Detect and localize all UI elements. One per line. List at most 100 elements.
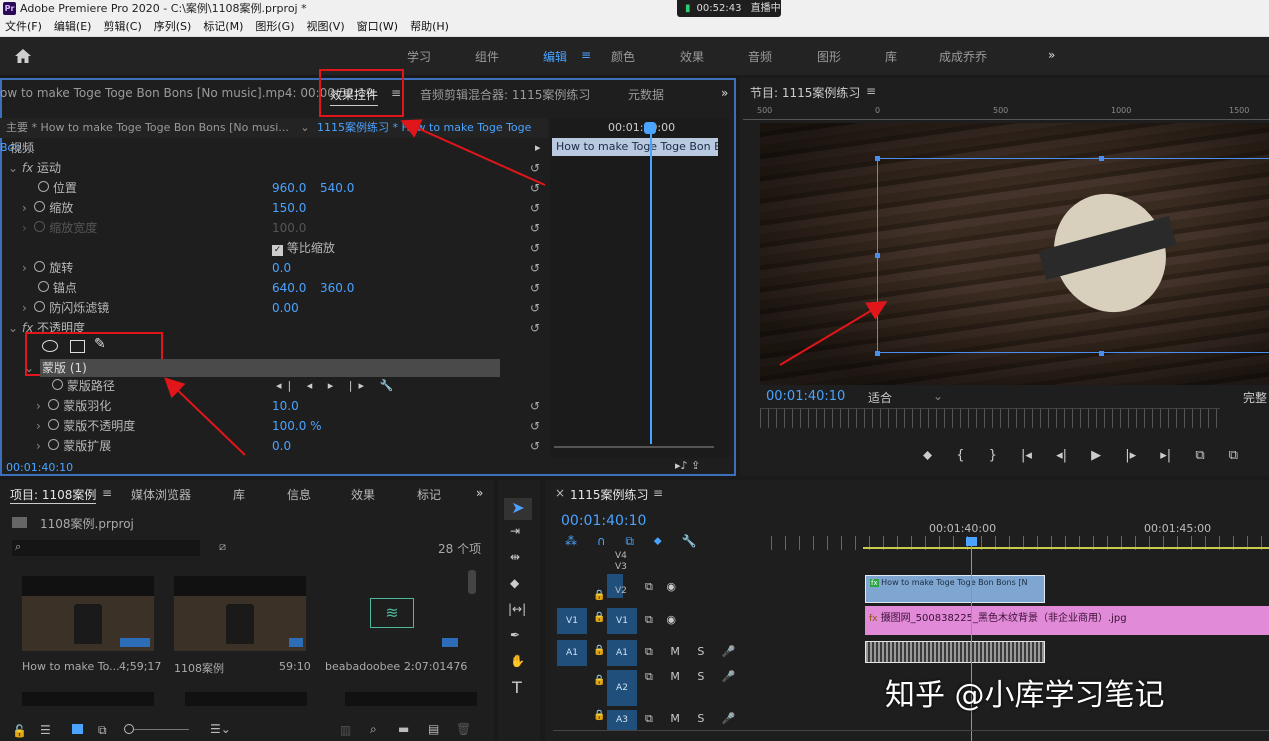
workspace-effects[interactable]: 效果 bbox=[680, 48, 704, 65]
program-video[interactable] bbox=[760, 123, 1269, 385]
stopwatch-icon[interactable] bbox=[52, 379, 63, 390]
mask-expansion-value[interactable]: 0.0 bbox=[272, 436, 291, 456]
track-lock-icons[interactable]: 🔒 bbox=[593, 580, 605, 612]
clip-name[interactable]: How to make To... bbox=[22, 660, 120, 673]
menu-graphics[interactable]: 图形(G) bbox=[255, 17, 294, 37]
sequence-thumbnail[interactable] bbox=[174, 576, 306, 651]
track-select-tool-icon[interactable]: ⇥ bbox=[510, 524, 520, 538]
reset-icon[interactable]: ↺ bbox=[530, 178, 540, 198]
stopwatch-icon[interactable] bbox=[34, 301, 46, 312]
program-scrubber[interactable] bbox=[760, 408, 1220, 428]
clip-v2[interactable]: fx How to make Toge Toge Bon Bons [N bbox=[865, 575, 1045, 603]
razor-tool-icon[interactable]: ◆ bbox=[510, 576, 519, 590]
stopwatch-icon[interactable] bbox=[48, 399, 60, 410]
reset-icon[interactable]: ↺ bbox=[530, 258, 540, 278]
track-controls-v1[interactable]: ⧉ ◉ bbox=[645, 613, 676, 627]
more-tabs-icon[interactable]: » bbox=[721, 86, 728, 100]
panel-menu-icon[interactable]: ≡ bbox=[866, 84, 876, 98]
clip-thumbnail[interactable] bbox=[185, 692, 307, 706]
mask-opacity-value[interactable]: 100.0 % bbox=[272, 416, 322, 436]
motion-effect[interactable]: ⌄ fx 运动 ↺ bbox=[0, 158, 550, 178]
track-controls-a1[interactable]: ⧉ M S 🎤 bbox=[645, 645, 736, 659]
menu-sequence[interactable]: 序列(S) bbox=[154, 17, 192, 37]
mini-playhead-handle[interactable] bbox=[644, 122, 656, 134]
bbox-handle[interactable] bbox=[1099, 156, 1104, 161]
pen-tool-icon[interactable]: ✒ bbox=[510, 628, 520, 642]
new-item-icon[interactable]: ▤ bbox=[428, 722, 439, 736]
stopwatch-icon[interactable] bbox=[34, 201, 46, 212]
hand-tool-icon[interactable]: ✋ bbox=[510, 654, 525, 668]
bbox-handle[interactable] bbox=[1099, 351, 1104, 356]
reset-icon[interactable]: ↺ bbox=[530, 436, 540, 456]
reset-icon[interactable]: ↺ bbox=[530, 298, 540, 318]
scale-value[interactable]: 150.0 bbox=[272, 198, 306, 218]
tab-media-browser[interactable]: 媒体浏览器 bbox=[131, 486, 191, 503]
zoom-slider[interactable] bbox=[134, 729, 189, 730]
icon-view-icon[interactable] bbox=[72, 724, 83, 734]
workspace-custom[interactable]: 成成乔乔 bbox=[939, 48, 987, 65]
fit-dropdown[interactable]: 适合 ⌄ bbox=[868, 389, 943, 406]
list-view-icon[interactable]: ☰ bbox=[40, 723, 51, 737]
timeline-tools[interactable]: ⁂ ∩ ⧉ ⬥ 🔧 bbox=[565, 534, 697, 549]
mask-track-controls[interactable]: ◂| ◂ ▸ |▸ 🔧 bbox=[276, 376, 399, 396]
clip-thumbnail[interactable] bbox=[22, 692, 154, 706]
anchor-y[interactable]: 360.0 bbox=[320, 278, 354, 298]
tab-info[interactable]: 信息 bbox=[287, 486, 311, 503]
stopwatch-icon[interactable] bbox=[38, 181, 49, 192]
search-icon[interactable]: ⌕ bbox=[370, 722, 377, 737]
checkbox-icon[interactable]: ✓ bbox=[272, 245, 283, 256]
new-bin-icon[interactable]: ▬ bbox=[398, 722, 409, 736]
scrollbar[interactable] bbox=[468, 570, 476, 594]
workspace-color[interactable]: 颜色 bbox=[611, 48, 635, 65]
menu-clip[interactable]: 剪辑(C) bbox=[103, 17, 141, 37]
sequence-name[interactable]: 1108案例 bbox=[174, 660, 224, 676]
bbox-handle[interactable] bbox=[875, 253, 880, 258]
dropdown-icon[interactable]: ⌄ bbox=[300, 121, 309, 134]
selection-tool-icon[interactable]: ➤ bbox=[504, 498, 532, 520]
panel-menu-icon[interactable]: ≡ bbox=[653, 486, 663, 500]
source-patch-a1[interactable]: A1 bbox=[557, 640, 587, 666]
menu-window[interactable]: 窗口(W) bbox=[357, 17, 398, 37]
menu-help[interactable]: 帮助(H) bbox=[410, 17, 449, 37]
stopwatch-icon[interactable] bbox=[48, 419, 60, 430]
track-controls-a2[interactable]: ⧉ M S 🎤 bbox=[645, 670, 736, 684]
search-input[interactable]: ⌕ bbox=[12, 540, 200, 556]
reset-icon[interactable]: ↺ bbox=[530, 198, 540, 218]
anchor-x[interactable]: 640.0 bbox=[272, 278, 306, 298]
tab-effects[interactable]: 效果 bbox=[351, 486, 375, 503]
mini-playhead[interactable] bbox=[650, 124, 652, 444]
tab-audio-clip-mixer[interactable]: 音频剪辑混合器: 1115案例练习 bbox=[420, 86, 590, 103]
clip-v1[interactable]: fx 摄图网_500838225_黑色木纹背景（非企业商用）.jpg bbox=[865, 606, 1269, 635]
transform-bounding-box[interactable] bbox=[877, 158, 1269, 353]
work-area-bar[interactable] bbox=[863, 547, 1269, 549]
menu-marker[interactable]: 标记(M) bbox=[203, 17, 243, 37]
more-tabs-icon[interactable]: » bbox=[476, 486, 483, 500]
mask-feather-value[interactable]: 10.0 bbox=[272, 396, 299, 416]
track-target-a1[interactable]: A1 bbox=[607, 640, 637, 666]
menu-file[interactable]: 文件(F) bbox=[5, 17, 42, 37]
slip-tool-icon[interactable]: |↔| bbox=[508, 602, 526, 616]
mini-scrollbar[interactable] bbox=[554, 446, 714, 448]
program-title[interactable]: 节目: 1115案例练习 bbox=[750, 84, 860, 101]
rotation-value[interactable]: 0.0 bbox=[272, 258, 291, 278]
timeline-playhead-handle[interactable] bbox=[966, 537, 977, 546]
reset-icon[interactable]: ↺ bbox=[530, 396, 540, 416]
track-target-v1[interactable]: V1 bbox=[607, 608, 637, 634]
reset-icon[interactable]: ↺ bbox=[530, 416, 540, 436]
lock-icon[interactable]: 🔒 bbox=[593, 645, 605, 656]
freeform-view-icon[interactable]: ⧉ bbox=[98, 723, 107, 738]
lock-icon[interactable]: 🔒 bbox=[593, 675, 605, 686]
stopwatch-icon[interactable] bbox=[48, 439, 60, 450]
transport-controls[interactable]: ⬥ { } |◂ ◂| ▶ |▸ ▸| ⧉ ⧉ bbox=[923, 448, 1238, 463]
zoom-slider-handle[interactable] bbox=[124, 724, 134, 734]
timeline-scrollbar[interactable] bbox=[553, 730, 1269, 738]
tab-metadata[interactable]: 元数据 bbox=[628, 86, 664, 103]
menu-view[interactable]: 视图(V) bbox=[307, 17, 345, 37]
timeline-timecode[interactable]: 00:01:40:10 bbox=[561, 513, 646, 529]
tab-sequence[interactable]: 1115案例练习 bbox=[570, 486, 649, 503]
track-target-a3[interactable]: A3 bbox=[607, 710, 637, 730]
mask-row[interactable]: 蒙版 (1) bbox=[40, 359, 500, 377]
reset-icon[interactable]: ↺ bbox=[530, 158, 540, 178]
reset-icon[interactable]: ↺ bbox=[530, 218, 540, 238]
panel-menu-icon[interactable]: ≡ bbox=[102, 486, 112, 500]
